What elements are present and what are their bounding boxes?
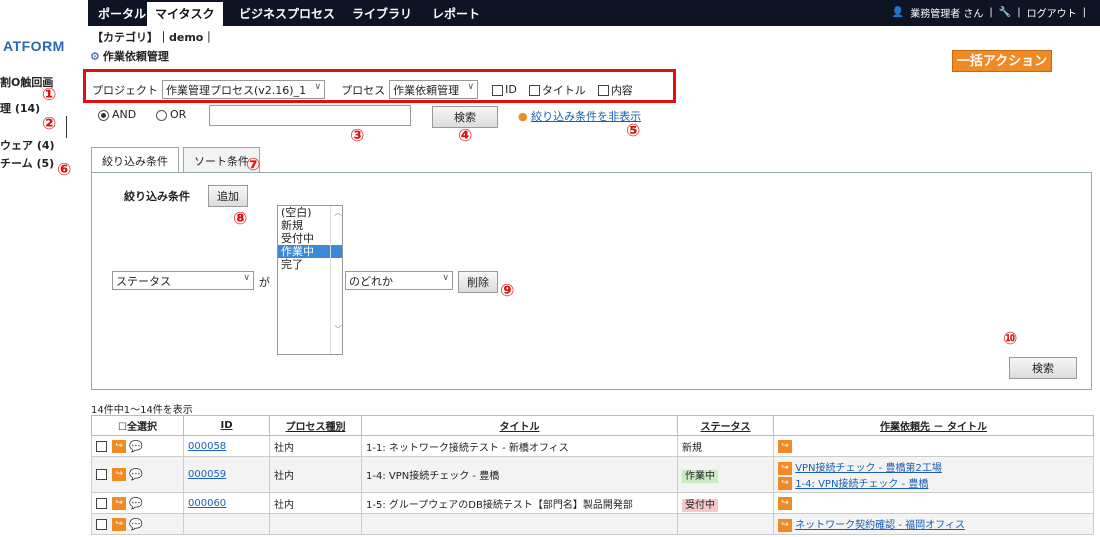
tab-mytask[interactable]: マイタスク (147, 2, 223, 26)
col-process-type[interactable]: プロセス種別 (269, 415, 362, 436)
tab-report[interactable]: レポート (432, 5, 480, 22)
sidebar-item-software[interactable]: ウェア (4) (0, 137, 55, 153)
request-link[interactable]: VPN接続チェック - 豊橋第2工場 (795, 463, 942, 474)
status-badge: 作業中 (682, 470, 718, 483)
row-id-link[interactable]: 000060 (188, 498, 226, 509)
status-listbox[interactable]: (空白) 新規 受付中 作業中 完了 ︿ ﹀ (277, 205, 343, 355)
brand-logo[interactable]: ATFORM (3, 38, 65, 54)
page-title: ⚙ 作業依頼管理 (90, 49, 169, 64)
table-row[interactable]: ↪ 💬 000058 社内 1-1: ネットワーク接続テスト - 新橋オフィス … (91, 435, 1094, 457)
annotation-7: ⑦ (246, 155, 261, 175)
col-status[interactable]: ステータス (677, 415, 774, 436)
row-checkbox[interactable] (96, 518, 107, 530)
hide-conditions-link[interactable]: ● 絞り込み条件を非表示 (518, 108, 641, 124)
project-label: プロジェクト (92, 83, 158, 97)
top-nav: ポータル マイタスク ビジネスプロセス ライブラリ レポート 👤 業務管理者 さ… (88, 0, 1100, 26)
open-icon[interactable]: ↪ (778, 518, 792, 532)
annotation-5: ⑤ (626, 121, 641, 141)
annotation-8: ⑧ (233, 209, 248, 229)
row-checkbox[interactable] (96, 497, 107, 509)
annotation-9: ⑨ (500, 281, 515, 301)
content-checkbox[interactable]: 内容 (597, 82, 633, 98)
sidebar-item-management[interactable]: 理 (14) (0, 100, 40, 116)
tab-business-process[interactable]: ビジネスプロセス (239, 5, 335, 22)
search-button[interactable]: 検索 (432, 106, 498, 128)
tab-filter-conditions[interactable]: 絞り込み条件 (91, 147, 179, 173)
row-checkbox[interactable] (96, 440, 107, 452)
row-id-link[interactable]: 000059 (188, 469, 226, 480)
row-id-link[interactable]: 000058 (188, 441, 226, 452)
table-row[interactable]: ↪ 💬 000059 社内 1-4: VPN接続チェック - 豊橋 作業中 ↪ … (91, 456, 1094, 493)
table-row[interactable]: ↪ 💬 ↪ ネットワーク契約確認 - 福岡オフィス (91, 513, 1094, 535)
select-all-header[interactable]: ☐全選択 (91, 415, 184, 436)
comment-icon[interactable]: 💬 (129, 518, 143, 531)
user-icon: 👤 (891, 7, 905, 18)
divider (66, 116, 67, 138)
comment-icon[interactable]: 💬 (129, 497, 143, 510)
result-count: 14件中1～14件を表示 (91, 405, 193, 416)
sidebar-item-team[interactable]: チーム (5) (0, 155, 54, 171)
process-select[interactable]: 作業依頼管理 ∨ (389, 80, 479, 99)
comment-icon[interactable]: 💬 (129, 468, 143, 481)
process-icon: ⚙ (90, 49, 100, 63)
id-checkbox[interactable]: ID (492, 83, 517, 96)
process-label: プロセス (341, 83, 386, 97)
project-select[interactable]: 作業管理プロセス(v2.16)_1 ∨ (162, 80, 326, 99)
tab-library[interactable]: ライブラリ (352, 5, 412, 22)
add-condition-button[interactable]: 追加 (208, 185, 248, 207)
circle-icon: ● (518, 110, 528, 123)
open-icon[interactable]: ↪ (778, 461, 792, 475)
chevron-down-icon: ∨ (467, 82, 475, 92)
annotation-4: ④ (458, 126, 473, 146)
delete-condition-button[interactable]: 削除 (458, 271, 498, 293)
status-badge: 受付中 (682, 498, 718, 512)
annotation-2: ② (42, 114, 57, 134)
annotation-3: ③ (350, 126, 365, 146)
open-icon[interactable]: ↪ (778, 477, 792, 490)
user-area: 👤 業務管理者 さん | 🔧 | ログアウト | (891, 5, 1086, 20)
match-select[interactable]: のどれか ∨ (345, 271, 453, 290)
or-radio[interactable]: OR (156, 108, 186, 121)
table-row[interactable]: ↪ 💬 000060 社内 1-5: グループウェアのDB接続テスト【部門名】製… (91, 492, 1094, 514)
filter-row: プロジェクト 作業管理プロセス(v2.16)_1 ∨ プロセス 作業依頼管理 ∨ I… (92, 80, 633, 99)
open-icon[interactable]: ↪ (778, 496, 792, 510)
col-title[interactable]: タイトル (361, 415, 678, 436)
wrench-icon[interactable]: 🔧 (999, 7, 1011, 18)
status-field-select[interactable]: ステータス ∨ (112, 271, 254, 290)
tab-portal[interactable]: ポータル (98, 5, 146, 22)
open-icon[interactable]: ↪ (112, 468, 127, 481)
apply-search-button[interactable]: 検索 (1009, 357, 1077, 379)
col-request-title[interactable]: 作業依頼先 － タイトル (773, 415, 1094, 436)
keyword-input[interactable] (209, 105, 411, 126)
open-icon[interactable]: ↪ (112, 439, 127, 453)
comment-icon[interactable]: 💬 (129, 440, 143, 453)
bulk-action-button[interactable]: 一括アクション (952, 50, 1052, 72)
open-icon[interactable]: ↪ (778, 439, 792, 453)
col-id[interactable]: ID (183, 415, 270, 436)
request-link[interactable]: 1-4: VPN接続チェック - 豊橋 (795, 479, 928, 490)
logout-link[interactable]: ログアウト (1027, 5, 1077, 20)
ga-label: が (259, 276, 270, 289)
chevron-down-icon: ∨ (314, 82, 322, 92)
annotation-6: ⑥ (57, 160, 72, 180)
request-link[interactable]: ネットワーク契約確認 - 福岡オフィス (795, 520, 965, 531)
table-header-row: ☐全選択 ID プロセス種別 タイトル ステータス 作業依頼先 － タイトル (91, 415, 1094, 436)
annotation-10: ⑩ (1003, 329, 1018, 349)
tab-row: 絞り込み条件 ソート条件 (91, 147, 264, 173)
breadcrumb[interactable]: 【カテゴリ】｜demo｜ (92, 29, 214, 45)
annotation-1: ① (42, 85, 57, 105)
title-checkbox[interactable]: タイトル (528, 82, 586, 98)
user-name[interactable]: 業務管理者 さん (910, 5, 983, 20)
conditions-label: 絞り込み条件 (124, 190, 190, 203)
and-radio[interactable]: AND (98, 108, 136, 121)
row-checkbox[interactable] (96, 469, 107, 480)
open-icon[interactable]: ↪ (112, 496, 127, 510)
results-table: ☐全選択 ID プロセス種別 タイトル ステータス 作業依頼先 － タイトル ↪… (91, 415, 1094, 535)
listbox-scrollbar[interactable]: ︿ ﹀ (330, 206, 342, 354)
open-icon[interactable]: ↪ (112, 517, 127, 531)
